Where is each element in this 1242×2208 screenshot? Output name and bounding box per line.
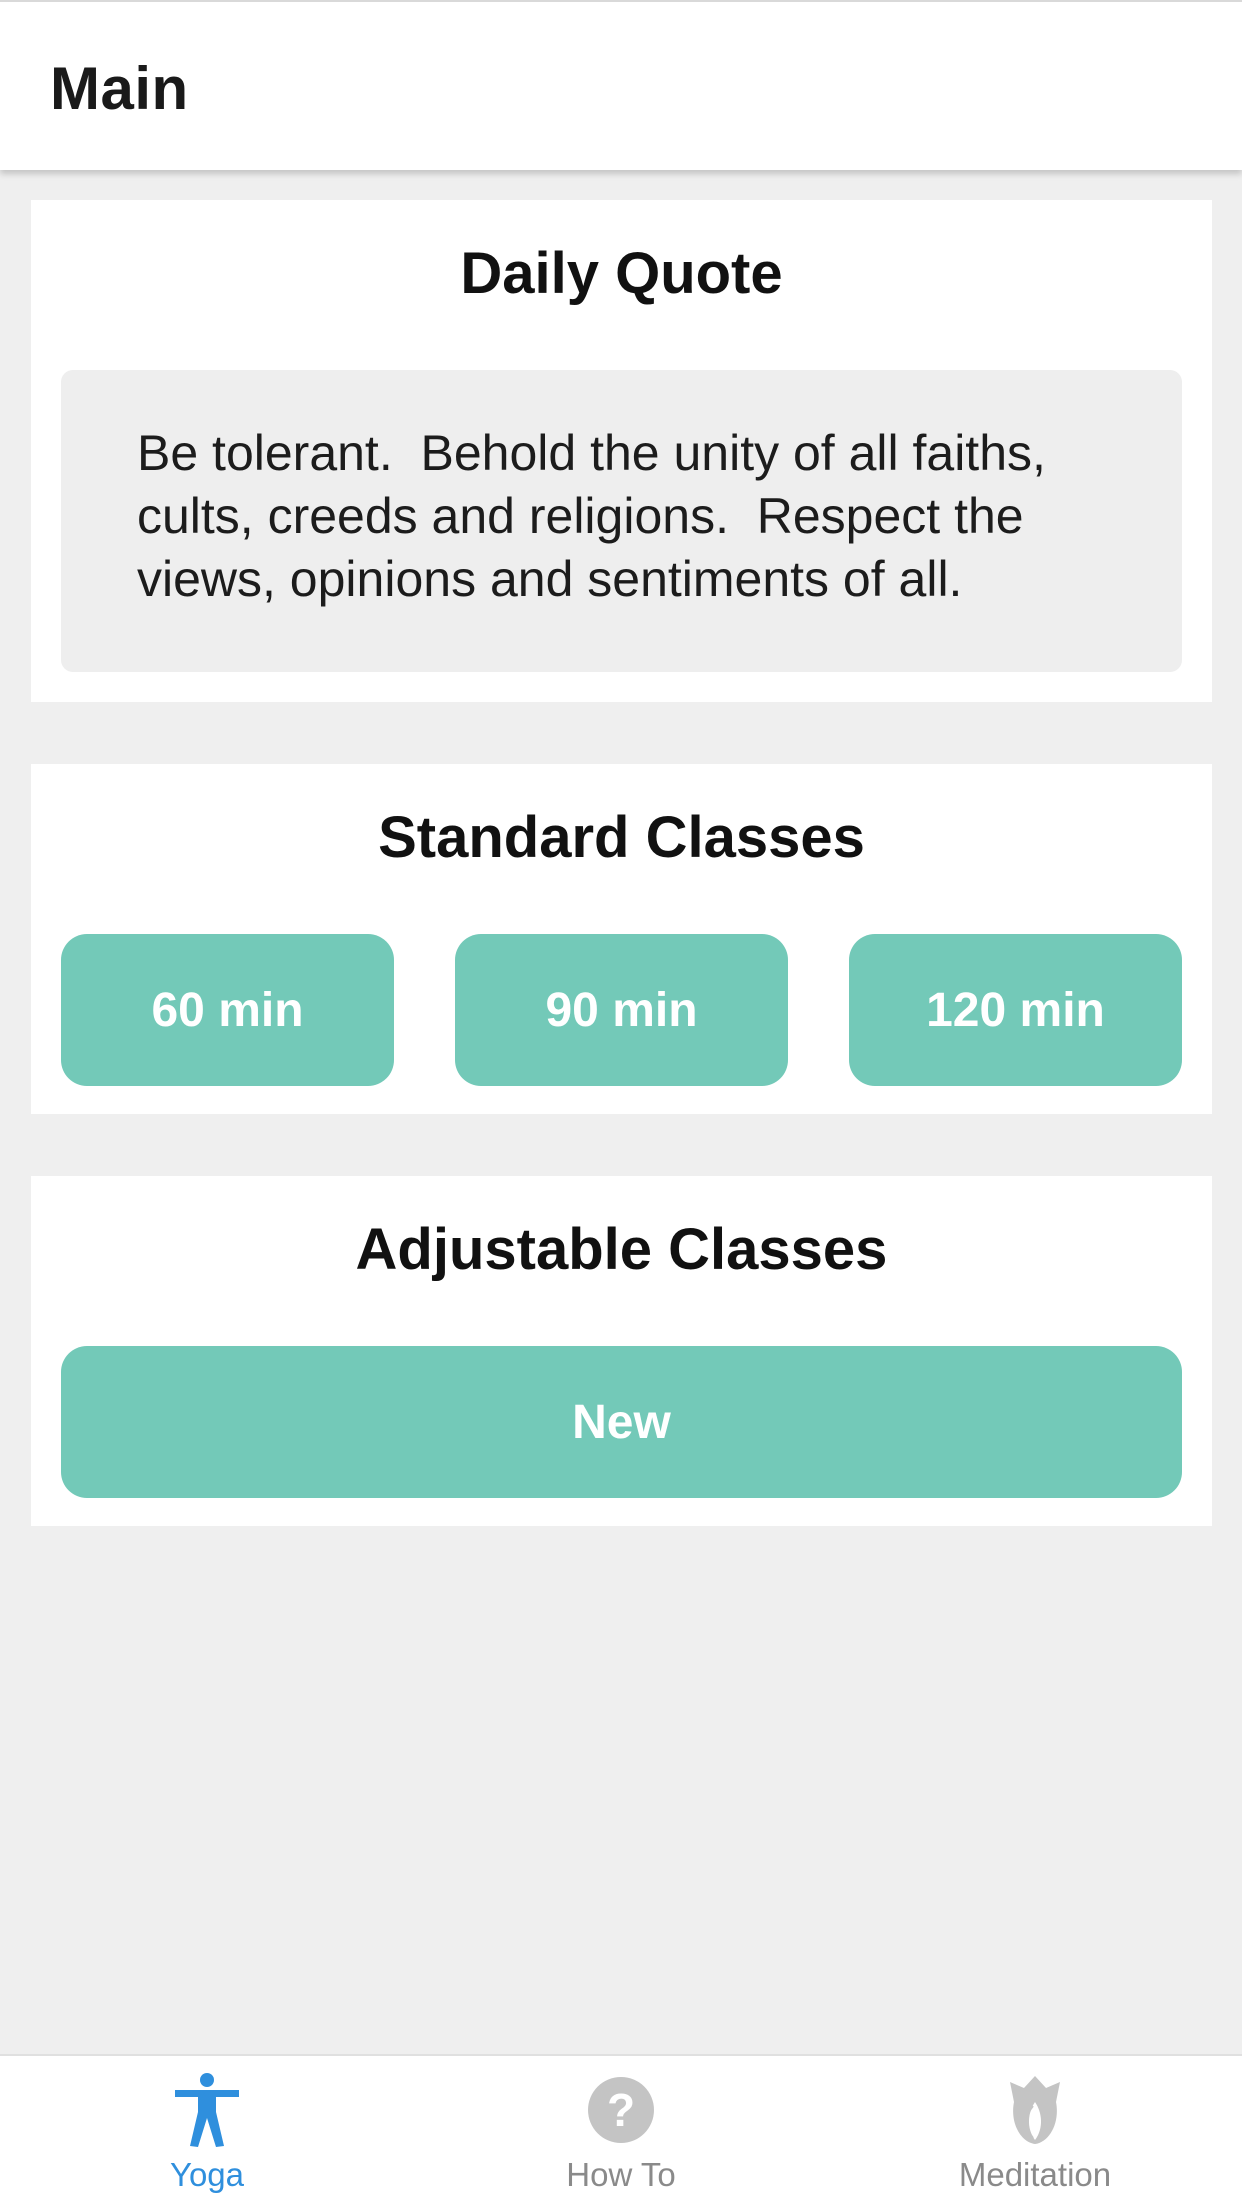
class-90-min-button[interactable]: 90 min bbox=[455, 934, 788, 1086]
question-circle-icon: ? bbox=[588, 2077, 654, 2143]
yoga-person-icon bbox=[175, 2073, 239, 2147]
adjustable-classes-card: Adjustable Classes New bbox=[31, 1176, 1212, 1526]
svg-text:?: ? bbox=[607, 2084, 635, 2136]
lotus-icon bbox=[1010, 2076, 1060, 2144]
adjustable-classes-heading: Adjustable Classes bbox=[355, 1217, 888, 1282]
class-120-min-button[interactable]: 120 min bbox=[849, 934, 1182, 1086]
standard-classes-heading: Standard Classes bbox=[378, 805, 865, 870]
quote-text: Be tolerant. Behold the unity of all fai… bbox=[137, 425, 1060, 607]
tab-how-to[interactable]: ? How To bbox=[414, 2056, 828, 2208]
tab-meditation-label: Meditation bbox=[958, 2156, 1112, 2193]
app-header: Main bbox=[0, 0, 1242, 170]
tab-yoga[interactable]: Yoga bbox=[0, 2056, 414, 2208]
page-title: Main bbox=[50, 55, 189, 122]
quote-box: Be tolerant. Behold the unity of all fai… bbox=[61, 370, 1182, 672]
tab-yoga-label: Yoga bbox=[169, 2156, 245, 2193]
bottom-tab-bar: Yoga ? How To Meditation bbox=[0, 2054, 1242, 2208]
tab-how-to-label: How To bbox=[566, 2156, 676, 2193]
tab-meditation[interactable]: Meditation bbox=[828, 2056, 1242, 2208]
daily-quote-heading: Daily Quote bbox=[460, 241, 783, 306]
daily-quote-card: Daily Quote Be tolerant. Behold the unit… bbox=[31, 200, 1212, 702]
standard-classes-card: Standard Classes 60 min 90 min 120 min bbox=[31, 764, 1212, 1114]
new-class-button[interactable]: New bbox=[61, 1346, 1182, 1498]
class-60-min-button[interactable]: 60 min bbox=[61, 934, 394, 1086]
app-screen: Main Daily Quote Be tolerant. Behold the… bbox=[0, 0, 1242, 2208]
